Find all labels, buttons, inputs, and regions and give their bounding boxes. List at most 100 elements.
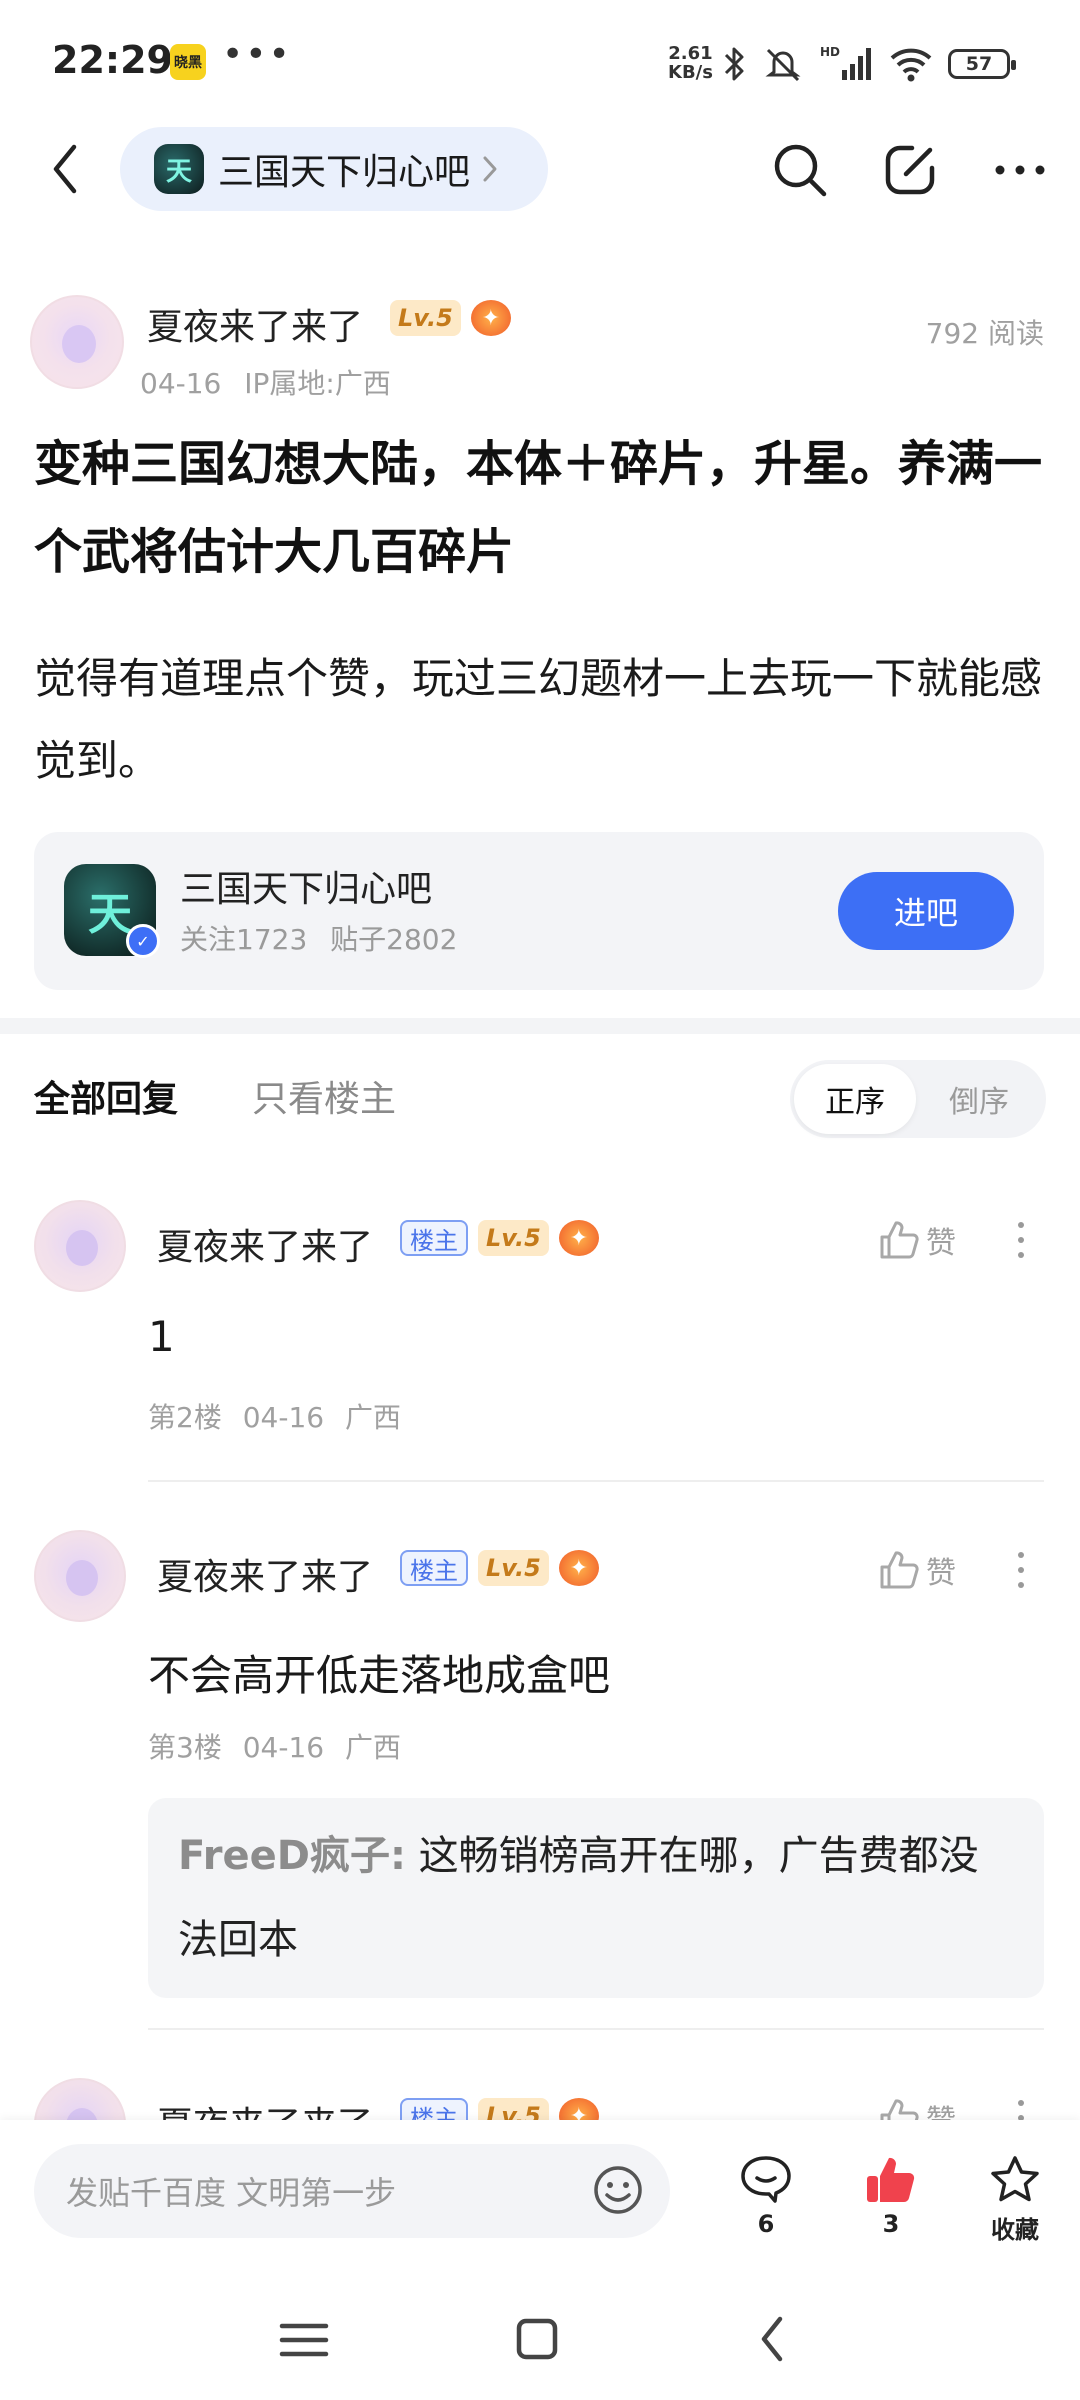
tab-op-only[interactable]: 只看楼主 — [252, 1070, 396, 1122]
reply-input[interactable]: 发贴千百度 文明第一步 — [34, 2144, 670, 2238]
system-navigation-bar — [0, 2280, 1080, 2400]
back-button[interactable] — [40, 139, 90, 199]
comment-icon — [741, 2156, 791, 2203]
comment-text: 不会高开低走落地成盒吧 — [148, 1651, 611, 1700]
comment-text: 1 — [148, 1312, 175, 1361]
search-icon — [774, 144, 827, 197]
verified-icon: ✓ — [126, 924, 160, 958]
read-count: 792 阅读 — [925, 317, 1044, 350]
comment-item: 夏夜来了来了 楼主 Lv.5 ✦ 赞 — [0, 2078, 1080, 2120]
enter-forum-button[interactable]: 进吧 — [838, 872, 1014, 950]
svg-text:HD: HD — [820, 45, 840, 59]
thumbs-up-filled-icon — [867, 2157, 915, 2203]
comment-meta: 第3楼 04-16 广西 — [148, 1731, 401, 1764]
menu-icon — [279, 2323, 329, 2357]
edit-icon — [885, 145, 935, 195]
like-button[interactable]: 赞 — [878, 2096, 956, 2120]
comment-divider — [148, 1480, 1044, 1482]
favorite-label: 收藏 — [991, 2216, 1039, 2244]
forum-link-pill[interactable]: 天 三国天下归心吧 — [120, 127, 548, 211]
like-label: 赞 — [926, 1226, 956, 1261]
comment-more-button[interactable] — [1006, 2096, 1036, 2120]
like-button[interactable]: 赞 — [878, 1218, 956, 1262]
bluetooth-icon — [724, 47, 744, 81]
like-button[interactable]: 赞 — [878, 1548, 956, 1592]
comment-more-button[interactable] — [1006, 1218, 1036, 1262]
sub-reply-author[interactable]: FreeD疯子: — [178, 1833, 406, 1879]
sort-toggle: 正序 倒序 — [790, 1060, 1046, 1138]
favorite-button[interactable]: 收藏 — [970, 2154, 1060, 2245]
chevron-left-icon — [761, 2316, 783, 2362]
comment-divider — [148, 2028, 1044, 2030]
op-tag: 楼主 — [400, 2098, 468, 2120]
thumbs-up-icon — [880, 2099, 919, 2120]
comment-button[interactable]: 6 — [721, 2154, 811, 2238]
like-label: 赞 — [926, 2096, 956, 2120]
sort-descending-button[interactable]: 倒序 — [916, 1064, 1042, 1134]
comment-item: 夏夜来了来了 楼主 Lv.5 ✦ 赞 不会高开低走落地成盒吧 第3楼 04-16… — [0, 1530, 1080, 2030]
comment-badges: 楼主 Lv.5 ✦ — [400, 2098, 599, 2120]
emoji-icon — [594, 2166, 642, 2214]
post-date: 04-16 — [140, 367, 222, 400]
comment-more-button[interactable] — [1006, 1548, 1036, 1592]
network-speed: 2.61 KB/s — [668, 44, 713, 82]
like-label: 赞 — [926, 1556, 956, 1591]
post-meta: 04-16 IP属地:广西 — [140, 362, 391, 402]
level-badge: Lv.5 — [390, 300, 461, 336]
system-back-button[interactable] — [756, 2314, 788, 2368]
thumbs-up-icon — [880, 1221, 919, 1259]
emoji-button[interactable] — [592, 2164, 644, 2216]
gamepad-icon: ✦ — [558, 1220, 599, 1256]
level-badge: Lv.5 — [478, 2098, 549, 2120]
like-count: 3 — [882, 2210, 900, 2238]
post-title: 变种三国幻想大陆，本体＋碎片，升星。养满一个武将估计大几百碎片 — [34, 436, 1043, 580]
battery-indicator: 57 — [948, 49, 1016, 79]
gamepad-icon: ✦ — [558, 2098, 599, 2120]
more-options-button[interactable] — [990, 140, 1050, 200]
post-body: 觉得有道理点个赞，玩过三幻题材一上去玩一下就能感觉到。 — [34, 654, 1043, 785]
comment-author[interactable]: 夏夜来了来了 — [157, 1218, 373, 1270]
like-post-button[interactable]: 3 — [846, 2154, 936, 2238]
comment-meta: 第2楼 04-16 广西 — [148, 1401, 401, 1434]
more-horizontal-icon — [995, 165, 1045, 175]
avatar[interactable] — [34, 1530, 126, 1622]
author-badges: Lv.5 ✦ — [390, 300, 511, 336]
search-button[interactable] — [770, 140, 830, 200]
bottom-action-bar: 发贴千百度 文明第一步 6 3 收藏 — [0, 2120, 1080, 2280]
comment-item: 夏夜来了来了 楼主 Lv.5 ✦ 赞 1 第2楼 04-16 广西 — [0, 1200, 1080, 1500]
gamepad-icon: ✦ — [558, 1550, 599, 1586]
author-name[interactable]: 夏夜来了来了 — [147, 298, 363, 350]
star-icon — [991, 2156, 1039, 2202]
sort-ascending-button[interactable]: 正序 — [794, 1064, 916, 1134]
forum-card-name: 三国天下归心吧 — [180, 869, 433, 910]
tab-all-replies[interactable]: 全部回复 — [34, 1070, 178, 1122]
network-speed-value: 2.61 — [668, 43, 713, 64]
top-nav: 天 三国天下归心吧 — [0, 125, 1080, 215]
more-notifications-icon: ••• — [222, 34, 292, 75]
status-time: 22:29 — [52, 38, 173, 82]
comment-author[interactable]: 夏夜来了来了 — [157, 2096, 373, 2120]
forum-card[interactable]: 天 ✓ 三国天下归心吧 关注1723 贴子2802 进吧 — [34, 832, 1044, 990]
comment-author[interactable]: 夏夜来了来了 — [157, 1548, 373, 1600]
forum-avatar-icon: 天 — [154, 144, 204, 194]
home-button[interactable] — [514, 2316, 560, 2366]
recent-apps-button[interactable] — [276, 2320, 332, 2364]
avatar[interactable] — [34, 2078, 126, 2120]
level-badge: Lv.5 — [478, 1550, 549, 1586]
avatar[interactable] — [34, 1200, 126, 1292]
author-avatar[interactable] — [30, 295, 124, 389]
comment-badges: 楼主 Lv.5 ✦ — [400, 1550, 599, 1586]
op-tag: 楼主 — [400, 1220, 468, 1256]
forum-name: 三国天下归心吧 — [218, 152, 471, 193]
level-badge: Lv.5 — [478, 1220, 549, 1256]
thumbs-up-icon — [880, 1551, 919, 1589]
wifi-icon — [890, 48, 932, 82]
sub-reply-quote[interactable]: FreeD疯子: 这畅销榜高开在哪，广告费都没法回本 — [148, 1798, 1044, 1998]
signal-icon: HD — [820, 45, 871, 80]
status-bar: 22:29 晓黑 ••• 2.61 KB/s HD 57 — [0, 0, 1080, 120]
gamepad-icon: ✦ — [470, 300, 511, 336]
comment-count: 6 — [757, 2210, 775, 2238]
home-square-icon — [516, 2318, 558, 2360]
comment-badges: 楼主 Lv.5 ✦ — [400, 1220, 599, 1256]
edit-post-button[interactable] — [880, 140, 940, 200]
